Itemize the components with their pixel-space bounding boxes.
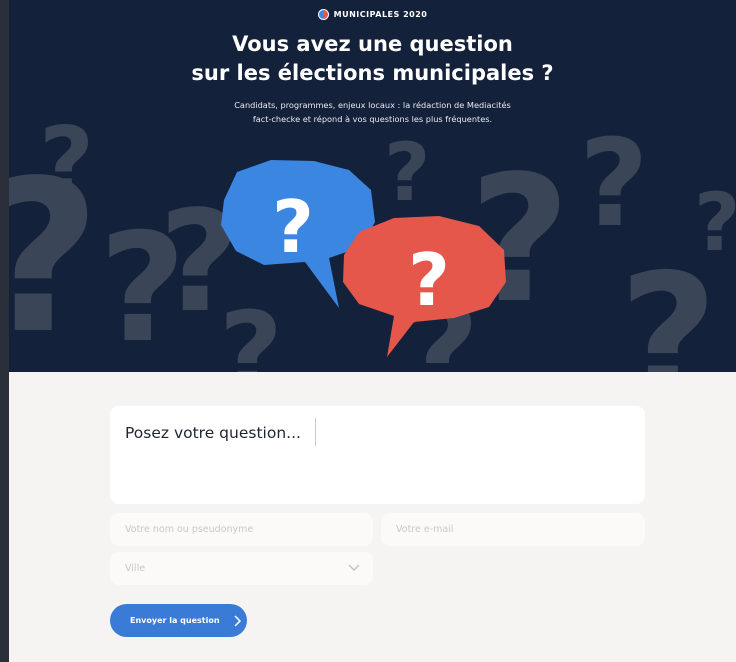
page-subtitle: Candidats, programmes, enjeux locaux : l… [9, 98, 736, 126]
submit-button-label: Envoyer la question [130, 616, 220, 625]
title-line-2: sur les élections municipales ? [191, 61, 554, 85]
name-field [110, 513, 373, 546]
email-field [381, 513, 645, 546]
hero-banner: ? ? ? ? ? ? ? ? ? ? ? ? ? MU [9, 0, 736, 372]
subtitle-line-1: Candidats, programmes, enjeux locaux : l… [234, 100, 511, 110]
ballot-logo-icon [317, 9, 329, 20]
question-input[interactable] [125, 424, 630, 484]
bg-question-mark: ? [219, 288, 283, 372]
title-line-1: Vous avez une question [232, 32, 513, 56]
email-input[interactable] [381, 513, 645, 546]
question-box [110, 406, 645, 504]
text-cursor [315, 418, 316, 446]
subtitle-line-2: fact-checke et répond à vos questions le… [252, 114, 493, 124]
page: ? ? ? ? ? ? ? ? ? ? ? ? ? MU [9, 0, 736, 662]
name-input[interactable] [110, 513, 373, 546]
question-mark-icon: ? [408, 238, 450, 322]
city-select[interactable]: Ville [110, 552, 373, 585]
chevron-right-icon [234, 614, 241, 627]
chevron-down-icon [348, 564, 360, 572]
question-mark-icon: ? [272, 185, 314, 269]
bg-question-mark: ? [579, 115, 649, 254]
bg-question-mark: ? [384, 126, 430, 219]
submit-question-button[interactable]: Envoyer la question [110, 604, 247, 637]
bg-question-mark: ? [694, 176, 736, 269]
badge-label: MUNICIPALES 2020 [333, 10, 428, 19]
page-title: Vous avez une question sur les élections… [9, 30, 736, 88]
question-form: Ville Envoyer la question [9, 372, 736, 662]
section-badge: MUNICIPALES 2020 [9, 9, 736, 20]
city-select-value: Ville [125, 563, 146, 574]
